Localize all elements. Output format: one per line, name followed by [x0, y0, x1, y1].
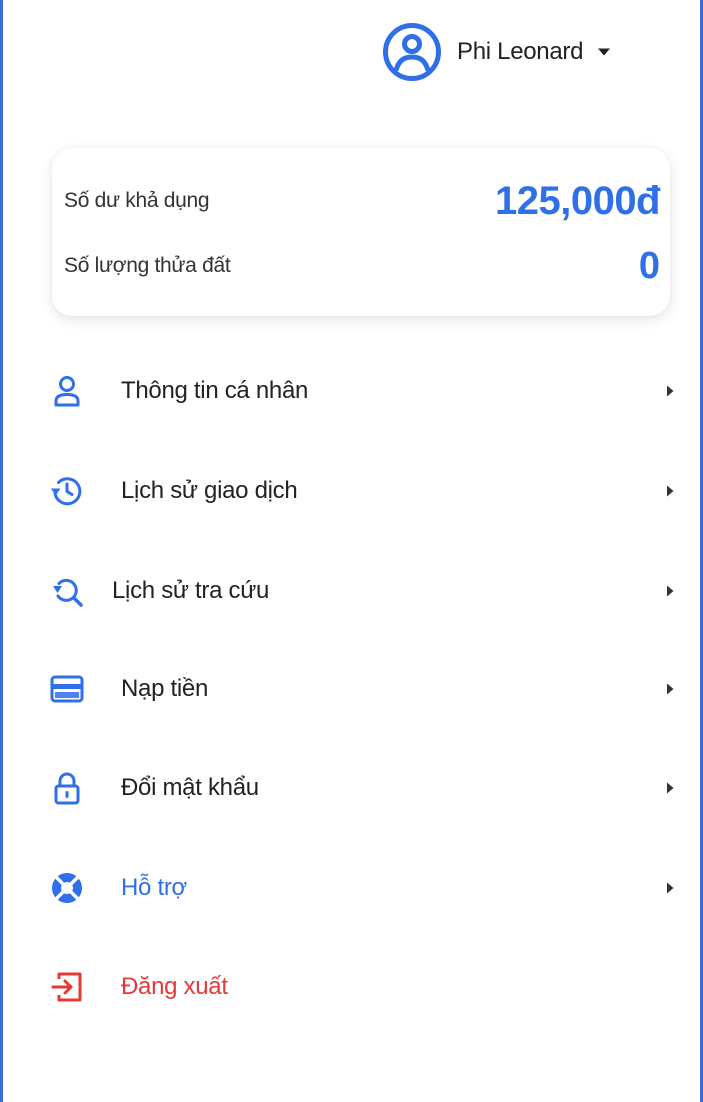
- chevron-right-icon: [667, 882, 674, 894]
- history-icon: [51, 477, 82, 506]
- menu-item-support[interactable]: Hỗ trợ: [40, 853, 680, 923]
- menu-item-label: Lịch sử giao dịch: [121, 477, 298, 504]
- chevron-right-icon: [667, 585, 674, 597]
- land-plots-value: 0: [638, 244, 660, 287]
- lifebuoy-icon: [52, 873, 82, 903]
- search-history-icon: [53, 578, 83, 607]
- lock-icon: [54, 772, 80, 805]
- caret-down-icon: [598, 48, 611, 56]
- user-name: Phi Leonard: [457, 38, 584, 65]
- logout-icon: [51, 972, 82, 1002]
- balance-card: Số dư khả dụng 125,000đ Số lượng thửa đấ…: [52, 148, 670, 316]
- chevron-right-icon: [667, 485, 674, 497]
- land-plots-label: Số lượng thửa đất: [64, 254, 231, 277]
- menu-item-logout[interactable]: Đăng xuất: [40, 952, 680, 1022]
- chevron-right-icon: [667, 683, 674, 695]
- menu-item-transaction-history[interactable]: Lịch sử giao dịch: [40, 456, 680, 526]
- menu-item-lookup-history[interactable]: Lịch sử tra cứu: [40, 556, 680, 626]
- available-balance-label: Số dư khả dụng: [64, 189, 210, 212]
- credit-card-icon: [50, 675, 84, 703]
- chevron-right-icon: [667, 782, 674, 794]
- available-balance-value: 125,000đ: [494, 178, 661, 223]
- user-icon: [54, 376, 80, 407]
- menu-item-label: Đăng xuất: [121, 973, 228, 1000]
- menu-item-personal-info[interactable]: Thông tin cá nhân: [40, 356, 680, 426]
- land-plots-row: Số lượng thửa đất 0: [64, 244, 660, 288]
- menu-item-label: Hỗ trợ: [121, 874, 187, 901]
- menu-item-label: Đổi mật khẩu: [121, 774, 259, 801]
- chevron-right-icon: [667, 385, 674, 397]
- menu-item-change-password[interactable]: Đổi mật khẩu: [40, 753, 680, 823]
- user-menu-toggle[interactable]: Phi Leonard: [382, 22, 611, 82]
- menu-item-label: Thông tin cá nhân: [121, 377, 309, 404]
- menu-item-label: Nạp tiền: [121, 675, 208, 702]
- menu-item-label: Lịch sử tra cứu: [112, 577, 270, 604]
- available-balance-row: Số dư khả dụng 125,000đ: [64, 174, 661, 228]
- menu-item-top-up[interactable]: Nạp tiền: [40, 654, 680, 724]
- user-circle-icon: [383, 23, 441, 81]
